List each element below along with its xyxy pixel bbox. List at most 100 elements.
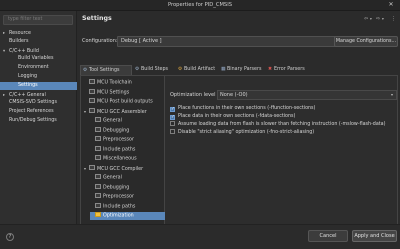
tool-tree-item[interactable]: General (90, 117, 165, 125)
tab-build-steps[interactable]: ⚙ Build Steps (133, 65, 175, 75)
checkbox[interactable] (170, 129, 175, 134)
tab-error-parsers[interactable]: ✖ Error Parsers (266, 65, 312, 75)
manage-configurations-button[interactable]: Manage Configurations... (334, 36, 398, 47)
apply-and-close-button[interactable]: Apply and Close (352, 230, 397, 242)
dialog-footer: ? Cancel Apply and Close (0, 224, 400, 249)
option-label: Place functions in their own sections (-… (178, 106, 316, 111)
settings-page-icon (95, 174, 101, 179)
checkbox[interactable] (170, 121, 175, 126)
forward-arrow-icon[interactable]: ⇨ (376, 16, 380, 22)
tool-tree-item[interactable]: Preprocessor (90, 193, 165, 201)
tool-tree-label: MCU GCC Compiler (97, 166, 144, 172)
settings-page-icon (95, 136, 101, 141)
nav-item[interactable]: ▾ C/C++ Build (0, 47, 77, 55)
nav-item[interactable]: Logging (0, 73, 77, 81)
nav-item[interactable]: Project References (0, 108, 77, 116)
configuration-select[interactable]: Debug [ Active ] ▾ (117, 36, 368, 47)
option-checkbox-row[interactable]: Disable "strict aliasing" optimization (… (170, 129, 314, 136)
tab-tool-settings[interactable]: ⚙ Tool Settings (80, 65, 132, 75)
nav-item[interactable]: CMSIS-SVD Settings (0, 99, 77, 107)
nav-item[interactable]: Settings (0, 81, 77, 90)
nav-item-label: CMSIS-SVD Settings (9, 100, 57, 106)
tab-label: Build Steps (141, 67, 168, 72)
optimization-level-value: None (-O0) (220, 92, 248, 98)
nav-item[interactable]: Builders (0, 38, 77, 46)
nav-item[interactable]: Environment (0, 64, 77, 72)
configuration-label: Configuration: (82, 38, 118, 44)
tool-settings-tree: MCU Toolchain MCU Settings MCU Post build … (81, 76, 165, 224)
nav-item-label: C/C++ General (9, 92, 46, 98)
tool-tree-item[interactable]: ▾ MCU GCC Compiler (84, 165, 165, 173)
tool-tree-label: Preprocessor (103, 137, 134, 143)
title-bar: Properties for PID_CMSIS ✕ (0, 0, 400, 11)
tab-label: Error Parsers (274, 67, 305, 72)
back-arrow-icon[interactable]: ⇦ (364, 16, 368, 22)
tool-tree-label: Include paths (103, 204, 136, 209)
tool-tree-item[interactable]: Debugging (90, 183, 165, 192)
tool-tree-item[interactable]: MCU Settings (84, 88, 165, 97)
nav-item-label: Logging (18, 74, 38, 79)
close-icon[interactable]: ✕ (387, 1, 395, 9)
option-checkbox-row[interactable]: Assume loading data from flash is slower… (170, 121, 386, 128)
nav-item-label: Project References (9, 109, 54, 115)
tool-tree-label: MCU Toolchain (97, 80, 132, 86)
settings-page-icon (95, 193, 101, 198)
optimization-level-label: Optimization level (170, 92, 216, 98)
checkbox[interactable]: ✓ (170, 107, 175, 112)
option-checkbox-row[interactable]: ✓ Place functions in their own sections (… (170, 105, 315, 112)
tool-tree-label: Debugging (103, 185, 130, 190)
tool-tree-item[interactable]: Debugging (90, 126, 165, 135)
tool-tree-label: Preprocessor (103, 194, 134, 200)
tool-tree-item[interactable]: Include paths (90, 202, 165, 211)
tool-tree-item[interactable]: General (90, 174, 165, 182)
tool-settings-panel: MCU Toolchain MCU Settings MCU Post build … (80, 75, 398, 225)
optimization-level-select[interactable]: None (-O0) ▾ (217, 90, 397, 100)
forward-menu-chevron-icon[interactable]: ▾ (382, 17, 384, 21)
nav-item-label: Run/Debug Settings (9, 118, 57, 123)
nav-item-label: Builders (9, 38, 29, 44)
nav-item[interactable]: Build Variables (0, 55, 77, 63)
settings-page-icon (89, 88, 95, 94)
cancel-button[interactable]: Cancel (308, 230, 348, 242)
tab-label: Binary Parsers (227, 67, 262, 72)
tab-build-artifact[interactable]: ⚙ Build Artifact (176, 65, 218, 75)
tool-tree-label: General (103, 118, 122, 124)
tool-tree-label: Miscellaneous (103, 156, 137, 162)
configuration-value: Debug [ Active ] (121, 38, 162, 44)
tool-tree-item[interactable]: ▾ MCU GCC Assembler (84, 108, 165, 116)
tool-tree-item[interactable]: Include paths (90, 145, 165, 154)
tool-tree-item[interactable]: Miscellaneous (90, 155, 165, 163)
option-label: Assume loading data from flash is slower… (178, 122, 386, 127)
tool-tree-label: MCU GCC Assembler (97, 109, 147, 115)
tool-tree-item[interactable]: MCU Post build outputs (84, 98, 165, 106)
back-menu-chevron-icon[interactable]: ▾ (370, 17, 372, 21)
tool-tree-label: Debugging (103, 128, 130, 133)
tool-tree-label: Include paths (103, 147, 136, 152)
filter-input[interactable]: type filter text (3, 15, 73, 25)
tab-binary-parsers[interactable]: ▦Binary Parsers (219, 65, 265, 75)
settings-page-icon (89, 165, 95, 170)
tool-tree-item[interactable]: Optimization (90, 212, 165, 220)
tool-tree-label: Optimization (103, 213, 134, 219)
option-checkbox-row[interactable]: ✓ Place data in their own sections (-fdat… (170, 113, 295, 120)
nav-item-label: Settings (18, 82, 38, 88)
tool-tree-label: MCU Settings (97, 90, 130, 95)
settings-page-icon (95, 145, 101, 151)
tab-label: Build Artifact (184, 67, 216, 72)
tool-tree-item[interactable]: MCU Toolchain (84, 79, 165, 87)
tool-tree-item[interactable]: Preprocessor (90, 136, 165, 144)
settings-header: Settings ⇦ ▾ ⇨ ▾ ⋮ (78, 11, 400, 29)
tool-tree-label: MCU Post build outputs (97, 99, 153, 105)
nav-item[interactable]: Run/Debug Settings (0, 117, 77, 125)
tab-label: Tool Settings (89, 68, 120, 73)
settings-page-icon (95, 183, 101, 189)
page-title: Settings (82, 15, 112, 22)
settings-page-icon (95, 212, 101, 217)
checkbox[interactable]: ✓ (170, 115, 175, 120)
nav-item[interactable]: ▸ C/C++ General (0, 91, 77, 99)
nav-item[interactable]: ▸ Resource (0, 29, 77, 37)
view-menu-icon[interactable]: ⋮ (391, 16, 396, 22)
help-icon[interactable]: ? (6, 233, 14, 241)
nav-item-label: Environment (18, 65, 49, 71)
settings-page-icon (95, 126, 101, 132)
